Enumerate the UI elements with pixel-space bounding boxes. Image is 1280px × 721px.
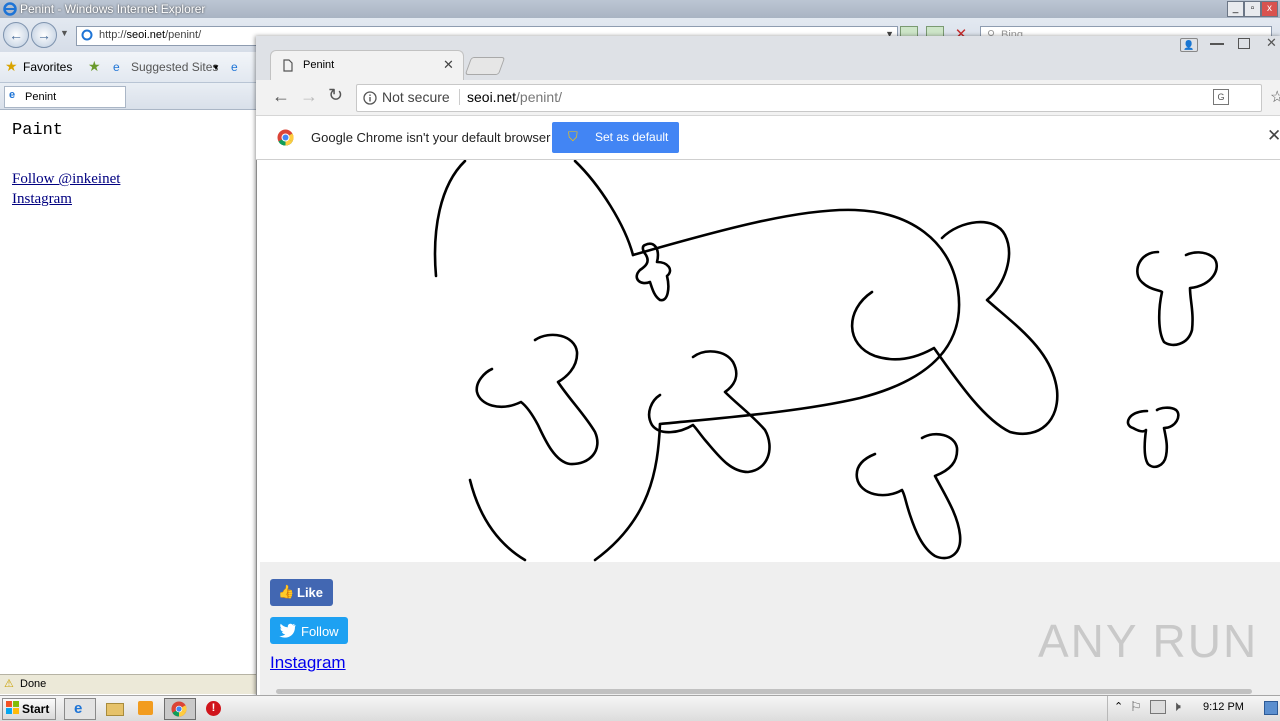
taskbar-media-player-icon[interactable] bbox=[132, 698, 160, 718]
paint-canvas[interactable] bbox=[260, 159, 1280, 562]
freehand-drawing bbox=[433, 159, 1219, 562]
chrome-minimize-button[interactable] bbox=[1210, 42, 1224, 45]
ie-url-text: http://seoi.net/penint/ bbox=[99, 29, 202, 41]
thumbs-up-icon: 👍 bbox=[278, 584, 295, 599]
add-favorite-icon[interactable]: ★ bbox=[88, 58, 101, 75]
close-tab-icon[interactable]: ✕ bbox=[443, 57, 454, 73]
taskbar-stop-icon[interactable]: ! bbox=[200, 698, 228, 718]
network-icon[interactable] bbox=[1150, 700, 1166, 714]
chrome-logo-icon bbox=[277, 129, 294, 146]
security-status[interactable]: Not secure bbox=[382, 89, 450, 105]
reload-icon[interactable]: ↻ bbox=[328, 85, 343, 106]
ie-page-content: Paint Follow @inkeinet Instagram bbox=[0, 110, 257, 674]
ie-back-icon[interactable]: ← bbox=[3, 22, 29, 48]
infobar-message: Google Chrome isn't your default browser bbox=[311, 130, 551, 145]
info-icon bbox=[363, 91, 377, 105]
ie-page-icon: e bbox=[231, 60, 238, 74]
ie-window-title: Penint - Windows Internet Explorer bbox=[20, 2, 206, 16]
profile-icon[interactable]: 👤 bbox=[1180, 38, 1198, 52]
ie-history-dropdown-icon[interactable]: ▼ bbox=[60, 28, 69, 38]
omnibox-divider bbox=[459, 89, 460, 105]
translate-icon[interactable]: G bbox=[1213, 89, 1229, 105]
social-buttons-area: 👍 Like Follow Instagram ANY RUN bbox=[260, 562, 1280, 688]
chrome-url-text: seoi.net/penint/ bbox=[467, 89, 562, 105]
default-browser-infobar: Google Chrome isn't your default browser… bbox=[256, 116, 1280, 160]
ie-status-bar: ⚠ Done bbox=[0, 674, 256, 694]
system-tray: ⌃ ⚐ 🕨 9:12 PM bbox=[1107, 696, 1280, 721]
follow-inkeinet-link[interactable]: Follow @inkeinet bbox=[12, 171, 120, 188]
chrome-tab-penint[interactable]: Penint ✕ bbox=[270, 50, 464, 81]
page-title: Paint bbox=[12, 121, 64, 140]
taskbar-explorer-icon[interactable] bbox=[100, 698, 128, 718]
ie-status-text: Done bbox=[20, 678, 47, 690]
ie-forward-icon[interactable]: → bbox=[31, 22, 57, 48]
ie-tab-row: e Penint bbox=[0, 83, 256, 110]
ie-title-bar: Penint - Windows Internet Explorer _ ▫ x bbox=[0, 0, 1280, 18]
favorites-button[interactable]: Favorites bbox=[23, 60, 72, 74]
start-button[interactable]: Start bbox=[2, 698, 56, 720]
new-tab-button[interactable] bbox=[464, 57, 506, 75]
taskbar-ie-icon[interactable]: e bbox=[64, 698, 96, 720]
chevron-down-icon[interactable]: ▼ bbox=[212, 63, 220, 72]
twitter-bird-icon bbox=[279, 623, 296, 638]
ie-tab-icon: e bbox=[9, 89, 16, 101]
chrome-restore-button[interactable] bbox=[1238, 38, 1250, 49]
twitter-follow-button[interactable]: Follow bbox=[270, 617, 348, 644]
ie-logo-icon bbox=[3, 2, 17, 16]
close-infobar-icon[interactable]: ✕ bbox=[1267, 126, 1280, 146]
shield-icon: ⛉ bbox=[568, 129, 578, 144]
instagram-link[interactable]: Instagram bbox=[270, 653, 346, 673]
ie-close-button[interactable]: x bbox=[1261, 1, 1278, 17]
action-center-flag-icon[interactable]: ⚐ bbox=[1130, 699, 1142, 715]
show-hidden-icons-icon[interactable]: ⌃ bbox=[1114, 700, 1123, 713]
menu-icon[interactable]: ⋮ bbox=[1276, 82, 1280, 103]
start-label: Start bbox=[22, 702, 50, 716]
ie-maximize-button[interactable]: ▫ bbox=[1244, 1, 1261, 17]
windows-taskbar: Start e ! ⌃ ⚐ 🕨 9:12 PM bbox=[0, 695, 1280, 721]
like-label: Like bbox=[297, 585, 324, 600]
facebook-like-button[interactable]: 👍 Like bbox=[270, 579, 333, 606]
chrome-close-button[interactable]: ✕ bbox=[1266, 35, 1277, 51]
favorites-star-icon: ★ bbox=[5, 58, 18, 74]
forward-icon[interactable]: → bbox=[300, 86, 318, 107]
ie-minimize-button[interactable]: _ bbox=[1227, 1, 1244, 17]
anyrun-watermark: ANY RUN bbox=[1038, 615, 1259, 667]
clock-time[interactable]: 9:12 PM bbox=[1203, 701, 1244, 713]
follow-label: Follow bbox=[301, 624, 339, 639]
volume-icon[interactable]: 🕨 bbox=[1172, 698, 1181, 715]
set-as-default-button[interactable]: ⛉ Set as default bbox=[552, 122, 679, 153]
omnibox[interactable]: Not secure seoi.net/penint/ G bbox=[356, 84, 1262, 112]
ie-tab-penint[interactable]: e Penint bbox=[4, 86, 126, 108]
back-icon[interactable]: ← bbox=[272, 86, 290, 107]
suggested-sites-link[interactable]: Suggested Sites bbox=[131, 60, 218, 74]
scrollbar-thumb[interactable] bbox=[276, 689, 1252, 694]
show-desktop-icon[interactable] bbox=[1264, 701, 1278, 715]
page-icon bbox=[81, 29, 93, 41]
warning-icon: ⚠ bbox=[4, 678, 14, 690]
page-icon bbox=[283, 59, 293, 72]
taskbar-chrome-icon[interactable] bbox=[164, 698, 196, 720]
chrome-tab-title: Penint bbox=[303, 59, 335, 71]
ie-tab-label: Penint bbox=[25, 91, 57, 103]
windows-logo-icon bbox=[6, 701, 19, 714]
instagram-link[interactable]: Instagram bbox=[12, 191, 72, 208]
set-as-default-label: Set as default bbox=[595, 130, 669, 144]
ie-page-icon: e bbox=[113, 60, 120, 74]
